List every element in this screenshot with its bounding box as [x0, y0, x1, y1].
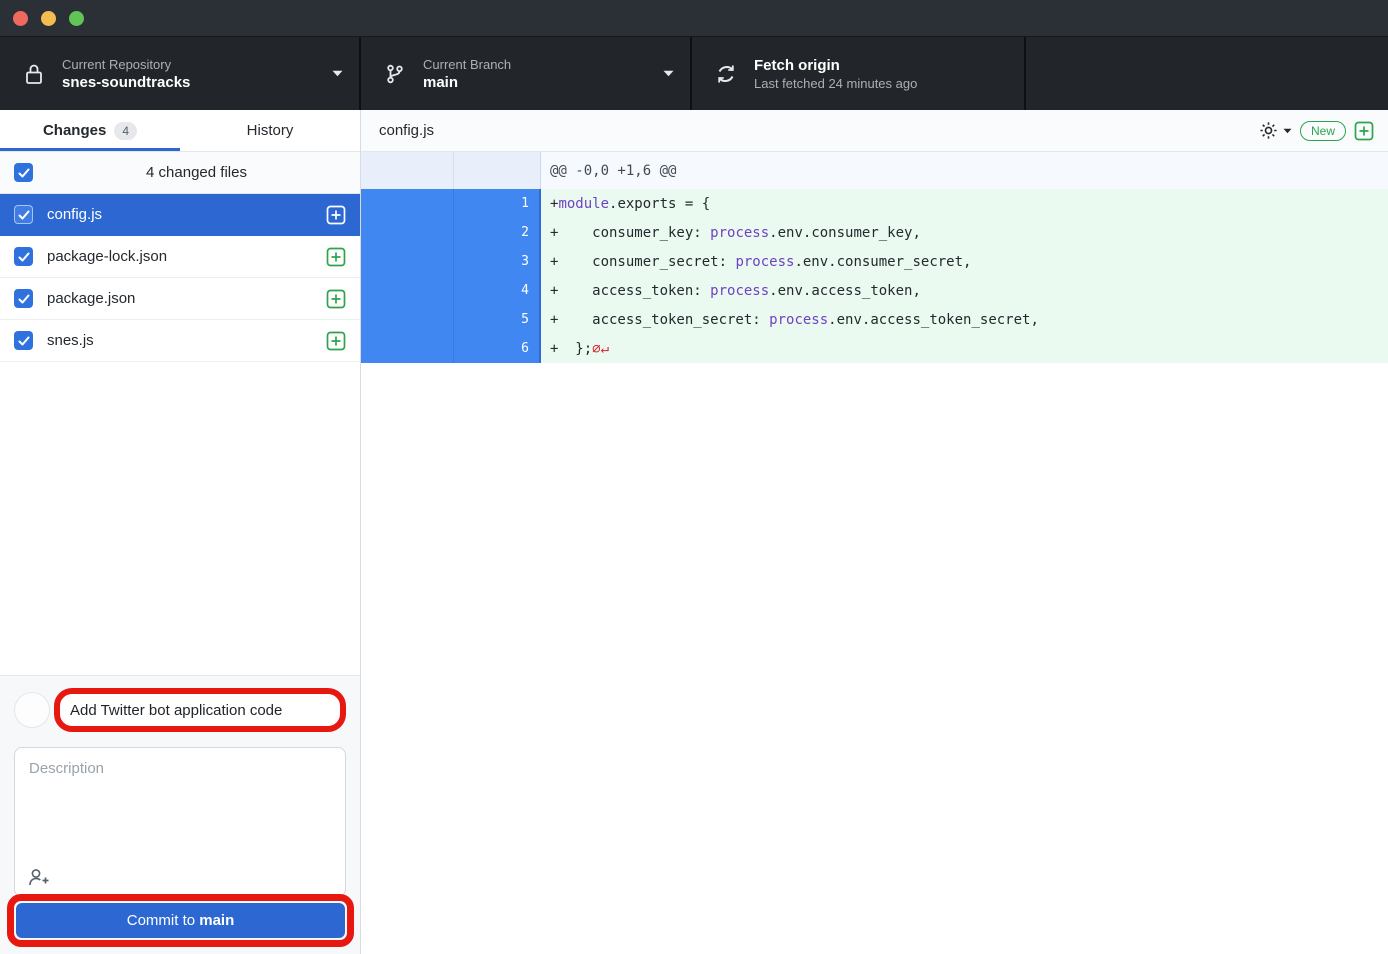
- file-name: package.json: [47, 290, 326, 307]
- line-content: +module.exports = {: [541, 189, 710, 218]
- file-row[interactable]: package.json: [0, 278, 360, 320]
- file-checkbox[interactable]: [14, 289, 33, 308]
- commit-description-placeholder: Description: [29, 760, 104, 777]
- line-number: 5: [521, 312, 529, 327]
- commit-button-annotation: Commit to main: [7, 894, 354, 947]
- add-coauthor-icon[interactable]: [28, 868, 50, 886]
- file-name: snes.js: [47, 332, 326, 349]
- github-desktop-window: Current Repository snes-soundtracks Curr…: [0, 0, 1388, 954]
- added-file-icon: [1354, 121, 1374, 141]
- fetch-origin-button[interactable]: Fetch origin Last fetched 24 minutes ago: [692, 37, 1026, 110]
- sidebar-tabs: Changes 4 History: [0, 110, 360, 152]
- file-row[interactable]: package-lock.json: [0, 236, 360, 278]
- diff-code-line[interactable]: 1 +module.exports = {: [361, 189, 1388, 218]
- line-content: + access_token_secret: process.env.acces…: [541, 305, 1039, 334]
- changes-count-badge: 4: [114, 122, 137, 140]
- line-number: 4: [521, 283, 529, 298]
- diff-added-lines: 1 +module.exports = { 2 + consumer_key: …: [361, 189, 1388, 363]
- hunk-header-text: @@ -0,0 +1,6 @@: [541, 152, 676, 189]
- diff-pane: config.js New: [361, 110, 1388, 954]
- line-number: 3: [521, 254, 529, 269]
- new-file-badge: New: [1300, 121, 1346, 141]
- user-avatar: [14, 692, 50, 728]
- file-name: config.js: [47, 206, 326, 223]
- diff-body: @@ -0,0 +1,6 @@ 1 +module.exports = { 2 …: [361, 152, 1388, 954]
- tab-history[interactable]: History: [180, 110, 360, 151]
- current-branch-dropdown[interactable]: Current Branch main: [361, 37, 692, 110]
- select-all-checkbox[interactable]: [14, 163, 33, 182]
- line-number: 2: [521, 225, 529, 240]
- diff-file-name: config.js: [379, 122, 1259, 139]
- file-list-empty-area: [0, 362, 360, 675]
- tab-history-label: History: [247, 122, 294, 139]
- commit-panel: Add Twitter bot application code Descrip…: [0, 675, 360, 954]
- fetch-origin-subtitle: Last fetched 24 minutes ago: [754, 75, 1008, 92]
- chevron-down-icon: [663, 70, 674, 77]
- file-checkbox[interactable]: [14, 205, 33, 224]
- line-content: + access_token: process.env.access_token…: [541, 276, 921, 305]
- changed-files-count: 4 changed files: [47, 164, 346, 181]
- line-content: + consumer_secret: process.env.consumer_…: [541, 247, 971, 276]
- file-checkbox[interactable]: [14, 331, 33, 350]
- line-number: 6: [521, 341, 529, 356]
- close-window-button[interactable]: [13, 11, 28, 26]
- toolbar-empty-area: [1026, 37, 1388, 110]
- file-name: package-lock.json: [47, 248, 326, 265]
- commit-button[interactable]: Commit to main: [16, 903, 345, 938]
- commit-summary-value: Add Twitter bot application code: [70, 702, 282, 719]
- diff-options-button[interactable]: [1259, 121, 1292, 140]
- file-row[interactable]: config.js: [0, 194, 360, 236]
- diff-code-line[interactable]: 2 + consumer_key: process.env.consumer_k…: [361, 218, 1388, 247]
- changes-sidebar: Changes 4 History 4 changed files config…: [0, 110, 361, 954]
- hunk-header-row: @@ -0,0 +1,6 @@: [361, 152, 1388, 189]
- git-branch-icon: [383, 63, 407, 85]
- lock-icon: [22, 63, 46, 85]
- file-list: config.js package-lock.json package.json: [0, 194, 360, 362]
- added-file-icon: [326, 247, 346, 267]
- current-repository-value: snes-soundtracks: [62, 73, 324, 92]
- added-file-icon: [326, 289, 346, 309]
- diff-code-line[interactable]: 6 + };∅↵: [361, 334, 1388, 363]
- tab-changes-label: Changes: [43, 122, 106, 139]
- current-repository-label: Current Repository: [62, 56, 324, 73]
- sync-icon: [714, 63, 738, 85]
- chevron-down-icon: [1283, 128, 1292, 134]
- gear-icon: [1259, 121, 1278, 140]
- chevron-down-icon: [332, 70, 343, 77]
- minimize-window-button[interactable]: [41, 11, 56, 26]
- current-branch-label: Current Branch: [423, 56, 655, 73]
- file-checkbox[interactable]: [14, 247, 33, 266]
- added-file-icon: [326, 331, 346, 351]
- current-repository-dropdown[interactable]: Current Repository snes-soundtracks: [0, 37, 361, 110]
- commit-description-field[interactable]: Description: [14, 747, 346, 897]
- titlebar: [0, 0, 1388, 37]
- zoom-window-button[interactable]: [69, 11, 84, 26]
- tab-changes[interactable]: Changes 4: [0, 110, 180, 151]
- diff-empty-area: [361, 363, 1388, 954]
- line-content: + };∅↵: [541, 334, 609, 363]
- line-number: 1: [521, 196, 529, 211]
- file-row[interactable]: snes.js: [0, 320, 360, 362]
- diff-code-line[interactable]: 3 + consumer_secret: process.env.consume…: [361, 247, 1388, 276]
- fetch-origin-title: Fetch origin: [754, 56, 1008, 75]
- diff-code-line[interactable]: 4 + access_token: process.env.access_tok…: [361, 276, 1388, 305]
- commit-summary-field[interactable]: Add Twitter bot application code: [54, 688, 346, 732]
- line-content: + consumer_key: process.env.consumer_key…: [541, 218, 921, 247]
- diff-header: config.js New: [361, 110, 1388, 152]
- diff-code-line[interactable]: 5 + access_token_secret: process.env.acc…: [361, 305, 1388, 334]
- current-branch-value: main: [423, 73, 655, 92]
- toolbar: Current Repository snes-soundtracks Curr…: [0, 37, 1388, 110]
- changed-files-header: 4 changed files: [0, 152, 360, 194]
- added-file-icon: [326, 205, 346, 225]
